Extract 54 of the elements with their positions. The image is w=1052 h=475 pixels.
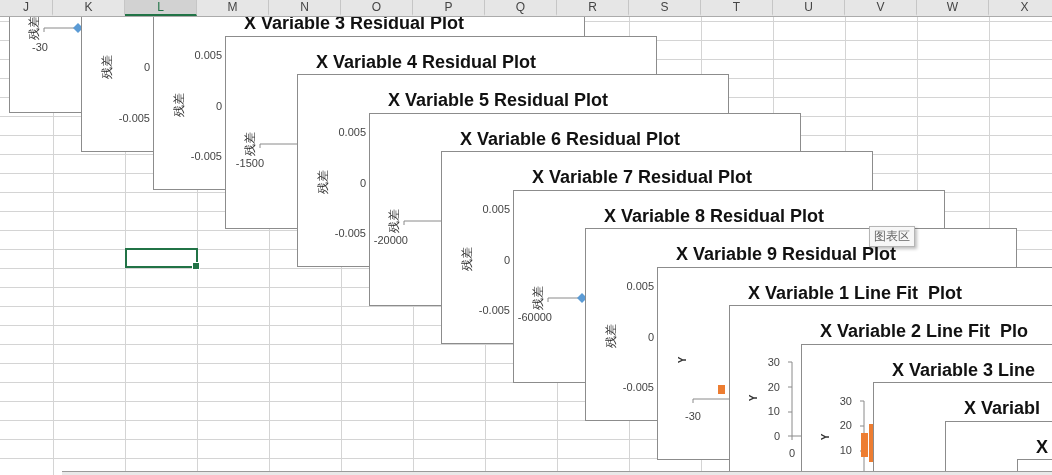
chart-title: X Variable 4 Residual Plot xyxy=(316,50,537,73)
axis-tick-label: -0.005 xyxy=(478,303,510,317)
axis-tick-label: -0.005 xyxy=(118,111,150,124)
axis-tick-label: -1500 xyxy=(235,156,264,169)
chart-title: X Variabl xyxy=(964,397,1041,419)
chart-title: X Variable 1 Line Fit Plot xyxy=(748,281,963,304)
chart-title: X Variable 7 Residual Plot xyxy=(532,166,753,188)
axis-tick-label: -0.005 xyxy=(622,380,654,394)
axis-tick-label: 20 xyxy=(839,418,852,432)
axis-tick-label: 20 xyxy=(767,380,780,394)
chart-title: X Variable 5 Residual Plot xyxy=(388,89,609,111)
chart-title: X Variable 8 Residual Plot xyxy=(604,204,825,227)
axis-tick-label: 30 xyxy=(839,394,852,407)
axis-tick-label: -30 xyxy=(32,40,48,54)
fill-handle[interactable] xyxy=(192,262,200,270)
axis-tick-label: 0 xyxy=(359,176,366,189)
axis-tick-label: -30 xyxy=(685,409,701,422)
axis-tick-label: -0.005 xyxy=(190,149,222,163)
axis-title: 残差 xyxy=(317,170,329,194)
axis-title: 残差 xyxy=(532,285,544,310)
axis-tick-label: 0.005 xyxy=(194,48,222,62)
axis-title: 残差 xyxy=(388,208,400,233)
axis-title: 残差 xyxy=(605,324,617,348)
axis-tick-label: 0 xyxy=(773,429,780,443)
axis-tick-label: 0.005 xyxy=(482,202,510,216)
axis-tick-label: -60000 xyxy=(517,310,552,323)
axis-tick-label: 0 xyxy=(215,99,222,112)
axis-title: 残差 xyxy=(244,131,256,156)
chart-title: X xyxy=(1036,435,1048,458)
axis-title: Y xyxy=(749,394,759,402)
column-header[interactable]: L xyxy=(125,0,197,16)
axis-tick-label: 10 xyxy=(767,404,780,418)
axis-title: 残差 xyxy=(173,93,185,117)
axis-title: Y xyxy=(678,356,688,363)
scrollbar-track[interactable] xyxy=(62,471,1052,475)
axis-title: 残差 xyxy=(28,16,40,40)
chart-title: X Variable 3 Line xyxy=(892,358,1036,381)
axis-tick-label: 0.005 xyxy=(626,279,654,293)
axis-title: 残差 xyxy=(101,54,113,79)
tooltip: 图表区 xyxy=(869,226,915,247)
axis-tick-label: 0 xyxy=(503,253,510,266)
chart-title: X Variable 2 Line Fit Plo xyxy=(820,320,1029,342)
axis-tick-label: 0 xyxy=(647,330,654,343)
chart-title: X Variable 6 Residual Plot xyxy=(460,127,681,150)
axis-tick-label: -20000 xyxy=(373,233,408,246)
axis-title: Y xyxy=(821,433,831,440)
axis-tick-label: 10 xyxy=(839,443,852,457)
axis-tick-label: -0.005 xyxy=(334,226,366,240)
selected-cell[interactable] xyxy=(125,248,198,268)
axis-title: 残差 xyxy=(461,247,473,271)
axis-tick-label: 0 xyxy=(143,60,150,74)
axis-tick-label: 30 xyxy=(767,355,780,369)
axis-tick-label: 0 xyxy=(788,446,795,460)
axis-tick-label: 0.005 xyxy=(338,125,366,139)
